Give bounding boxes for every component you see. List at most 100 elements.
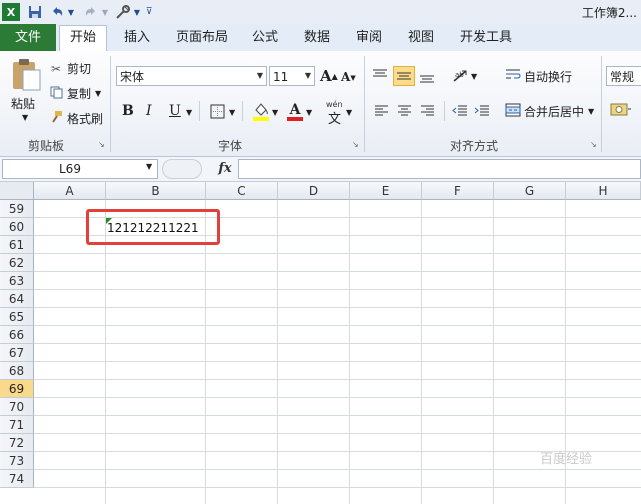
alignment-launcher-icon[interactable]: ↘	[590, 140, 597, 149]
orientation-icon[interactable]: ab	[452, 68, 470, 87]
row-header-68[interactable]: 68	[0, 362, 34, 380]
row-header-66[interactable]: 66	[0, 326, 34, 344]
row-header-63[interactable]: 63	[0, 272, 34, 290]
column-header-e[interactable]: E	[350, 182, 422, 200]
paste-dropdown-icon[interactable]: ▼	[22, 113, 28, 122]
align-center-icon[interactable]	[397, 104, 412, 120]
tab-review[interactable]: 审阅	[346, 26, 392, 49]
row-header-60[interactable]: 60	[0, 218, 34, 236]
row-header-67[interactable]: 67	[0, 344, 34, 362]
underline-dropdown-icon[interactable]: ▼	[186, 108, 192, 117]
row-header-64[interactable]: 64	[0, 290, 34, 308]
paste-icon[interactable]	[8, 58, 44, 92]
column-header-g[interactable]: G	[494, 182, 566, 200]
tab-developer[interactable]: 开发工具	[450, 26, 522, 49]
highlight-box	[86, 209, 220, 245]
tab-home[interactable]: 开始	[59, 25, 108, 51]
redo-icon[interactable]	[82, 3, 100, 21]
group-divider	[444, 101, 445, 121]
row-gridline	[34, 253, 641, 254]
row-header-70[interactable]: 70	[0, 398, 34, 416]
fill-color-icon[interactable]	[252, 101, 270, 124]
column-header-b[interactable]: B	[106, 182, 206, 200]
group-divider	[199, 101, 200, 121]
tab-file[interactable]: 文件	[0, 24, 56, 51]
column-gridline	[105, 200, 106, 504]
brush-icon	[48, 110, 64, 127]
column-header-f[interactable]: F	[422, 182, 494, 200]
font-size-select[interactable]: 11 ▼	[269, 66, 315, 86]
italic-button[interactable]: I	[146, 103, 152, 119]
borders-dropdown-icon[interactable]: ▼	[229, 108, 235, 117]
redo-dropdown-icon[interactable]: ▼	[100, 3, 110, 21]
borders-icon[interactable]	[210, 104, 225, 122]
row-header-62[interactable]: 62	[0, 254, 34, 272]
tab-page-layout[interactable]: 页面布局	[166, 26, 238, 49]
row-header-72[interactable]: 72	[0, 434, 34, 452]
accounting-format-icon[interactable]	[610, 101, 632, 122]
formula-bar-splitter[interactable]	[162, 159, 202, 179]
row-header-65[interactable]: 65	[0, 308, 34, 326]
column-gridline	[349, 200, 350, 504]
decrease-indent-icon[interactable]	[452, 104, 468, 120]
orientation-dropdown-icon[interactable]: ▼	[471, 72, 477, 81]
name-box-dropdown-icon[interactable]: ▼	[146, 162, 152, 171]
align-left-icon[interactable]	[374, 104, 389, 120]
row-header-61[interactable]: 61	[0, 236, 34, 254]
paste-button[interactable]: 粘贴	[11, 95, 35, 112]
number-format-select[interactable]: 常规	[606, 66, 641, 86]
shrink-font-button[interactable]: A ▼	[341, 70, 356, 84]
align-top-icon[interactable]	[372, 68, 388, 85]
window-title: 工作簿2...	[581, 6, 637, 20]
insert-function-button[interactable]: fx	[214, 158, 236, 180]
wrap-text-button[interactable]: 自动换行	[505, 68, 572, 85]
cut-button[interactable]: ✂ 剪切	[48, 60, 91, 77]
copy-button[interactable]: 复制 ▼	[48, 85, 101, 102]
font-color-icon[interactable]: A	[286, 101, 304, 124]
svg-text:A: A	[289, 102, 302, 118]
align-right-icon[interactable]	[420, 104, 435, 120]
tab-insert[interactable]: 插入	[114, 26, 160, 49]
tools-icon[interactable]	[114, 3, 132, 21]
copy-dropdown-icon[interactable]: ▼	[95, 89, 101, 98]
format-painter-button[interactable]: 格式刷	[48, 110, 103, 127]
name-box[interactable]: L69	[2, 159, 158, 179]
row-header-73[interactable]: 73	[0, 452, 34, 470]
phonetic-dropdown-icon[interactable]: ▼	[346, 108, 352, 117]
column-header-h[interactable]: H	[566, 182, 641, 200]
column-header-c[interactable]: C	[206, 182, 278, 200]
column-header-d[interactable]: D	[278, 182, 350, 200]
save-icon[interactable]	[26, 3, 44, 21]
column-header-a[interactable]: A	[34, 182, 106, 200]
font-launcher-icon[interactable]: ↘	[352, 140, 359, 149]
bold-button[interactable]: B	[122, 103, 134, 119]
row-header-71[interactable]: 71	[0, 416, 34, 434]
underline-button[interactable]: U	[169, 103, 181, 119]
row-header-74[interactable]: 74	[0, 470, 34, 488]
undo-icon[interactable]	[48, 3, 66, 21]
row-gridline	[34, 325, 641, 326]
chevron-down-icon: ▼	[256, 71, 264, 80]
fill-color-dropdown-icon[interactable]: ▼	[272, 108, 278, 117]
font-color-dropdown-icon[interactable]: ▼	[306, 108, 312, 117]
merge-dropdown-icon[interactable]: ▼	[588, 107, 594, 116]
clipboard-launcher-icon[interactable]: ↘	[98, 140, 105, 149]
customize-qa-icon[interactable]: ⊽	[144, 3, 154, 21]
merge-center-button[interactable]: 合并后居中 ▼	[505, 103, 594, 120]
font-name-select[interactable]: 宋体 ▼	[116, 66, 267, 86]
undo-dropdown-icon[interactable]: ▼	[66, 3, 76, 21]
row-header-69[interactable]: 69	[0, 380, 34, 398]
grow-font-button[interactable]: A ▲	[320, 67, 338, 85]
align-middle-icon[interactable]	[393, 66, 415, 86]
tab-formulas[interactable]: 公式	[242, 26, 288, 49]
select-all-corner[interactable]	[0, 182, 34, 200]
format-painter-label: 格式刷	[67, 112, 104, 126]
tab-data[interactable]: 数据	[294, 26, 340, 49]
tools-dropdown-icon[interactable]: ▼	[132, 3, 142, 21]
formula-input[interactable]	[238, 159, 641, 179]
align-bottom-icon[interactable]	[419, 70, 435, 87]
watermark: 百度经验	[540, 452, 593, 467]
row-header-59[interactable]: 59	[0, 200, 34, 218]
increase-indent-icon[interactable]	[474, 104, 490, 120]
tab-view[interactable]: 视图	[398, 26, 444, 49]
